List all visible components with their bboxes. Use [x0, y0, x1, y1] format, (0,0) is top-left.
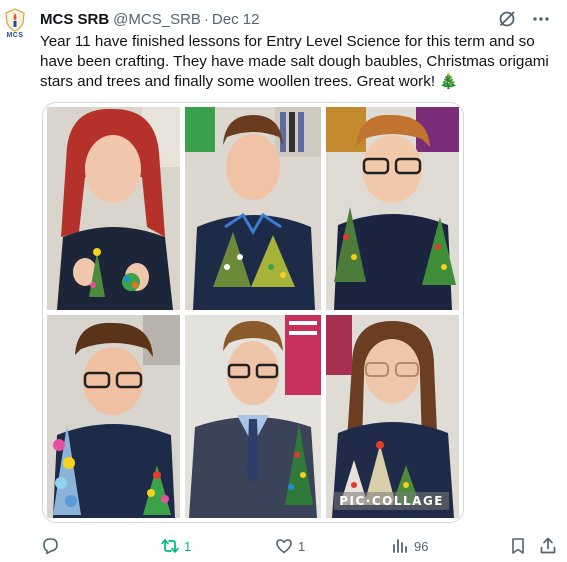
school-crest-icon [5, 8, 25, 32]
bookmark-icon [512, 538, 524, 554]
retweet-button[interactable]: 1 [160, 534, 191, 558]
avatar-text: MCS [6, 32, 24, 39]
like-button[interactable]: 1 [274, 534, 305, 558]
tweet: MCS MCS SRB @MCS_SRB · Dec 12 Year 11 ha… [0, 0, 567, 562]
views-count: 96 [414, 538, 429, 554]
bookmark-button[interactable] [508, 534, 528, 558]
photo-student-6[interactable]: PIC·COLLAGE [326, 315, 459, 518]
post-date[interactable]: Dec 12 [212, 11, 260, 28]
retweet-icon [161, 539, 179, 553]
photo-student-5[interactable] [185, 315, 321, 518]
photo-student-3[interactable] [326, 107, 459, 310]
header-actions [497, 9, 551, 29]
photo-collage[interactable]: PIC·COLLAGE [42, 102, 464, 523]
views-icon [393, 539, 407, 553]
action-bar: 1 1 96 [40, 534, 560, 558]
share-icon [540, 537, 556, 554]
separator-dot: · [203, 10, 209, 28]
display-name[interactable]: MCS SRB [40, 11, 109, 28]
user-handle[interactable]: @MCS_SRB [113, 11, 201, 28]
share-button[interactable] [538, 534, 558, 558]
photo-student-2[interactable] [185, 107, 321, 310]
tweet-header: MCS SRB @MCS_SRB · Dec 12 [40, 9, 557, 29]
heart-icon [276, 539, 292, 554]
avatar[interactable]: MCS [0, 8, 30, 42]
photo-student-4[interactable] [47, 315, 180, 518]
photo-student-1[interactable] [47, 107, 180, 310]
reply-icon [43, 538, 58, 555]
more-icon[interactable] [531, 9, 551, 29]
grok-icon[interactable] [497, 9, 517, 29]
tweet-text: Year 11 have finished lessons for Entry … [40, 33, 549, 90]
reply-button[interactable] [40, 534, 64, 558]
like-count: 1 [298, 538, 306, 554]
collage-watermark: PIC·COLLAGE [334, 492, 449, 510]
retweet-count: 1 [184, 538, 192, 554]
views-button[interactable]: 96 [390, 534, 428, 558]
